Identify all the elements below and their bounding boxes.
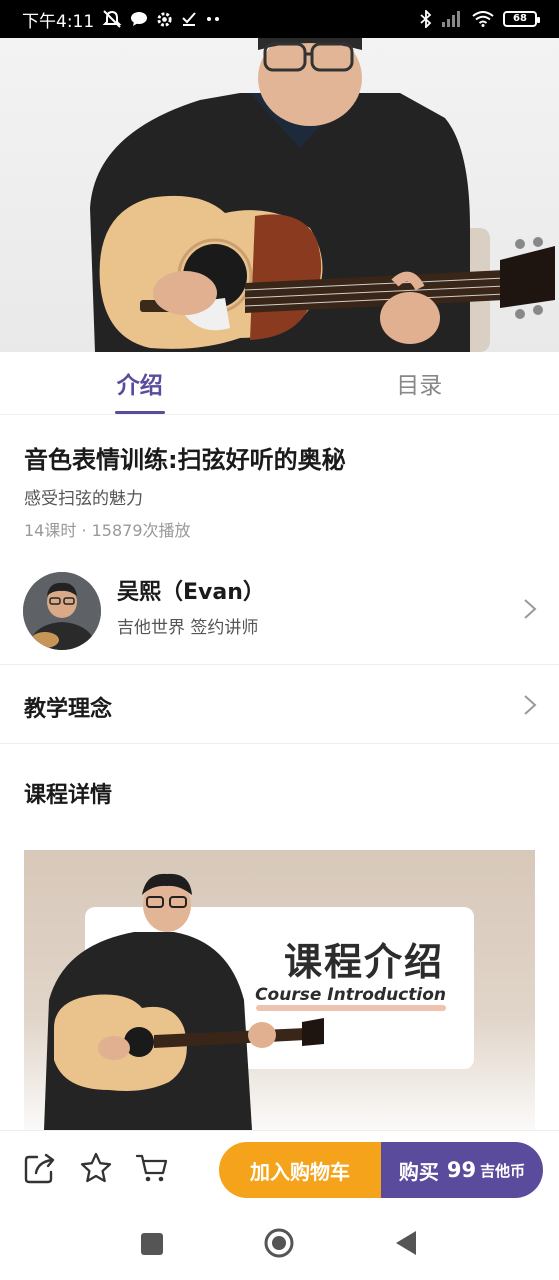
share-icon[interactable]	[23, 1151, 57, 1185]
course-details-title: 课程详情	[24, 783, 113, 808]
recent-apps-icon[interactable]	[140, 1232, 164, 1256]
course-title: 音色表情训练:扫弦好听的奥秘	[24, 446, 346, 474]
teaching-philosophy-row[interactable]: 教学理念	[0, 665, 559, 744]
teaching-philosophy-title: 教学理念	[24, 697, 113, 722]
purchase-button-group: 加入购物车 购买 99 吉他币	[219, 1142, 543, 1198]
status-time: 下午4:11	[22, 11, 95, 32]
bluetooth-icon	[420, 10, 432, 28]
download-done-icon	[182, 12, 196, 26]
signal-icon	[442, 11, 460, 27]
banner-instructor-image	[44, 873, 324, 1130]
mute-icon	[102, 10, 122, 28]
more-icon	[207, 17, 220, 21]
buy-price: 99	[446, 1158, 477, 1182]
system-nav-bar	[0, 1206, 559, 1280]
cart-icon[interactable]	[135, 1151, 169, 1185]
add-to-cart-button[interactable]: 加入购物车	[219, 1142, 381, 1198]
chevron-right-icon	[524, 695, 537, 715]
bottom-action-bar: 加入购物车 购买 99 吉他币	[0, 1130, 559, 1206]
instructor-name: 吴熙（Evan）	[117, 580, 265, 605]
tab-intro[interactable]: 介绍	[0, 352, 280, 414]
course-video[interactable]	[0, 38, 559, 352]
course-stats: 14课时 · 15879次播放	[24, 521, 191, 540]
avatar	[23, 572, 101, 650]
course-tabs: 介绍 目录	[0, 352, 559, 415]
back-icon[interactable]	[394, 1230, 418, 1256]
buy-currency: 吉他币	[480, 1161, 526, 1180]
instructor-playing-guitar-image	[90, 38, 555, 352]
instructor-avatar-image	[23, 572, 101, 650]
course-intro-banner: 课程介绍 Course Introduction	[24, 850, 535, 1130]
chevron-right-icon	[524, 599, 537, 619]
instructor-role: 吉他世界 签约讲师	[117, 618, 259, 638]
buy-label: 购买	[398, 1159, 439, 1184]
message-icon	[131, 12, 148, 26]
tab-catalog[interactable]: 目录	[280, 352, 559, 414]
wifi-icon	[472, 11, 494, 27]
buy-now-button[interactable]: 购买 99 吉他币	[381, 1142, 543, 1198]
status-bar: 下午4:11 68	[0, 0, 559, 38]
battery-icon: 68	[503, 11, 540, 27]
instructor-row[interactable]: 吴熙（Evan） 吉他世界 签约讲师	[0, 560, 559, 665]
course-subtitle: 感受扫弦的魅力	[24, 489, 143, 509]
home-icon[interactable]	[263, 1227, 295, 1259]
star-icon[interactable]	[79, 1151, 113, 1185]
settings-icon	[157, 11, 172, 27]
